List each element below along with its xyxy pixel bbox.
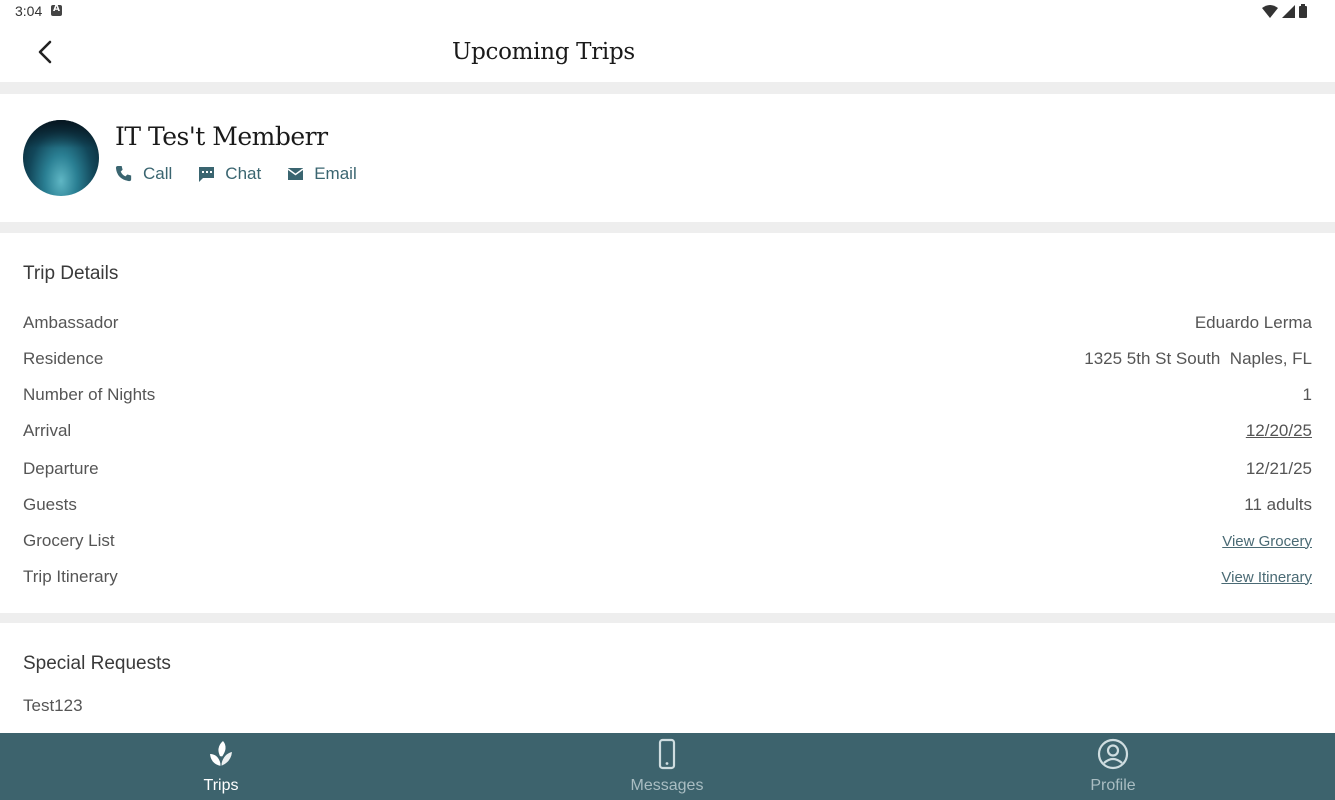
- special-requests-text: Test123: [23, 696, 83, 715]
- detail-value: 1325 5th St South Naples, FL: [1084, 349, 1312, 368]
- nav-item-profile[interactable]: Profile: [1013, 733, 1213, 800]
- view-itinerary-link[interactable]: View Itinerary: [1221, 569, 1312, 586]
- trip-details-section: Trip Details Ambassador Eduardo Lerma Re…: [0, 233, 1335, 613]
- nav-label-trips: Trips: [203, 777, 239, 794]
- status-bar: 3:04: [0, 0, 1335, 22]
- divider: [0, 222, 1335, 233]
- avatar: [23, 120, 99, 196]
- detail-row-grocery: Grocery List View Grocery: [23, 529, 1312, 553]
- call-button[interactable]: Call: [115, 164, 172, 184]
- detail-label: Residence: [23, 349, 104, 368]
- detail-label: Number of Nights: [23, 385, 156, 404]
- phone-call-icon: [115, 165, 132, 182]
- detail-row-itinerary: Trip Itinerary View Itinerary: [23, 565, 1312, 589]
- view-grocery-link[interactable]: View Grocery: [1222, 533, 1312, 550]
- call-label: Call: [143, 164, 173, 183]
- email-icon: [287, 168, 304, 180]
- wifi-icon: [1262, 4, 1278, 18]
- detail-value: Eduardo Lerma: [1194, 313, 1312, 332]
- notification-icon: [51, 4, 62, 16]
- nav-label-messages: Messages: [630, 777, 704, 794]
- signal-icon: [1282, 4, 1295, 18]
- detail-label: Arrival: [23, 421, 72, 440]
- nav-label-profile: Profile: [1090, 777, 1136, 794]
- phone-icon: [658, 738, 676, 770]
- detail-value: 11 adults: [1244, 495, 1312, 514]
- trip-details-title: Trip Details: [23, 263, 119, 284]
- detail-value: 1: [1302, 385, 1312, 404]
- detail-value: 12/20/25: [1245, 421, 1312, 440]
- chat-button[interactable]: Chat: [198, 164, 261, 184]
- detail-row-residence: Residence 1325 5th St South Naples, FL: [23, 347, 1312, 371]
- nav-item-messages[interactable]: Messages: [567, 733, 767, 800]
- detail-label: Guests: [23, 495, 77, 514]
- detail-label: Departure: [23, 459, 99, 478]
- profile-icon: [1097, 738, 1129, 770]
- detail-row-departure: Departure 12/21/25: [23, 457, 1312, 481]
- special-requests-title: Special Requests: [23, 653, 171, 674]
- member-card: IT Tes't Memberr Call Chat Email: [0, 94, 1335, 222]
- divider: [0, 613, 1335, 623]
- detail-label: Ambassador: [23, 313, 119, 332]
- detail-label: Grocery List: [23, 531, 115, 550]
- app-bar: Upcoming Trips: [0, 22, 1335, 82]
- back-arrow-icon: [38, 40, 52, 64]
- special-requests-section: Special Requests Test123: [0, 623, 1335, 733]
- divider: [0, 82, 1335, 94]
- detail-row-ambassador: Ambassador Eduardo Lerma: [23, 311, 1312, 335]
- email-button[interactable]: Email: [287, 164, 357, 184]
- detail-row-guests: Guests 11 adults: [23, 493, 1312, 517]
- status-icons: [1262, 4, 1307, 18]
- email-label: Email: [314, 164, 357, 183]
- detail-label: Trip Itinerary: [23, 567, 118, 586]
- bottom-nav: Trips Messages Profile: [0, 733, 1335, 800]
- back-button[interactable]: [30, 36, 62, 68]
- member-name: IT Tes't Memberr: [115, 122, 328, 151]
- battery-icon: [1299, 4, 1307, 18]
- chat-icon: [199, 166, 215, 182]
- page-title: Upcoming Trips: [452, 39, 635, 65]
- detail-value: 12/21/25: [1245, 459, 1312, 478]
- nav-item-trips[interactable]: Trips: [121, 733, 321, 800]
- chat-label: Chat: [225, 164, 262, 183]
- leaf-logo-icon: [210, 741, 232, 766]
- contact-actions: Call Chat Email: [115, 164, 383, 184]
- detail-row-nights: Number of Nights 1: [23, 383, 1312, 407]
- status-time: 3:04: [15, 3, 43, 19]
- detail-row-arrival: Arrival 12/20/25: [23, 419, 1312, 443]
